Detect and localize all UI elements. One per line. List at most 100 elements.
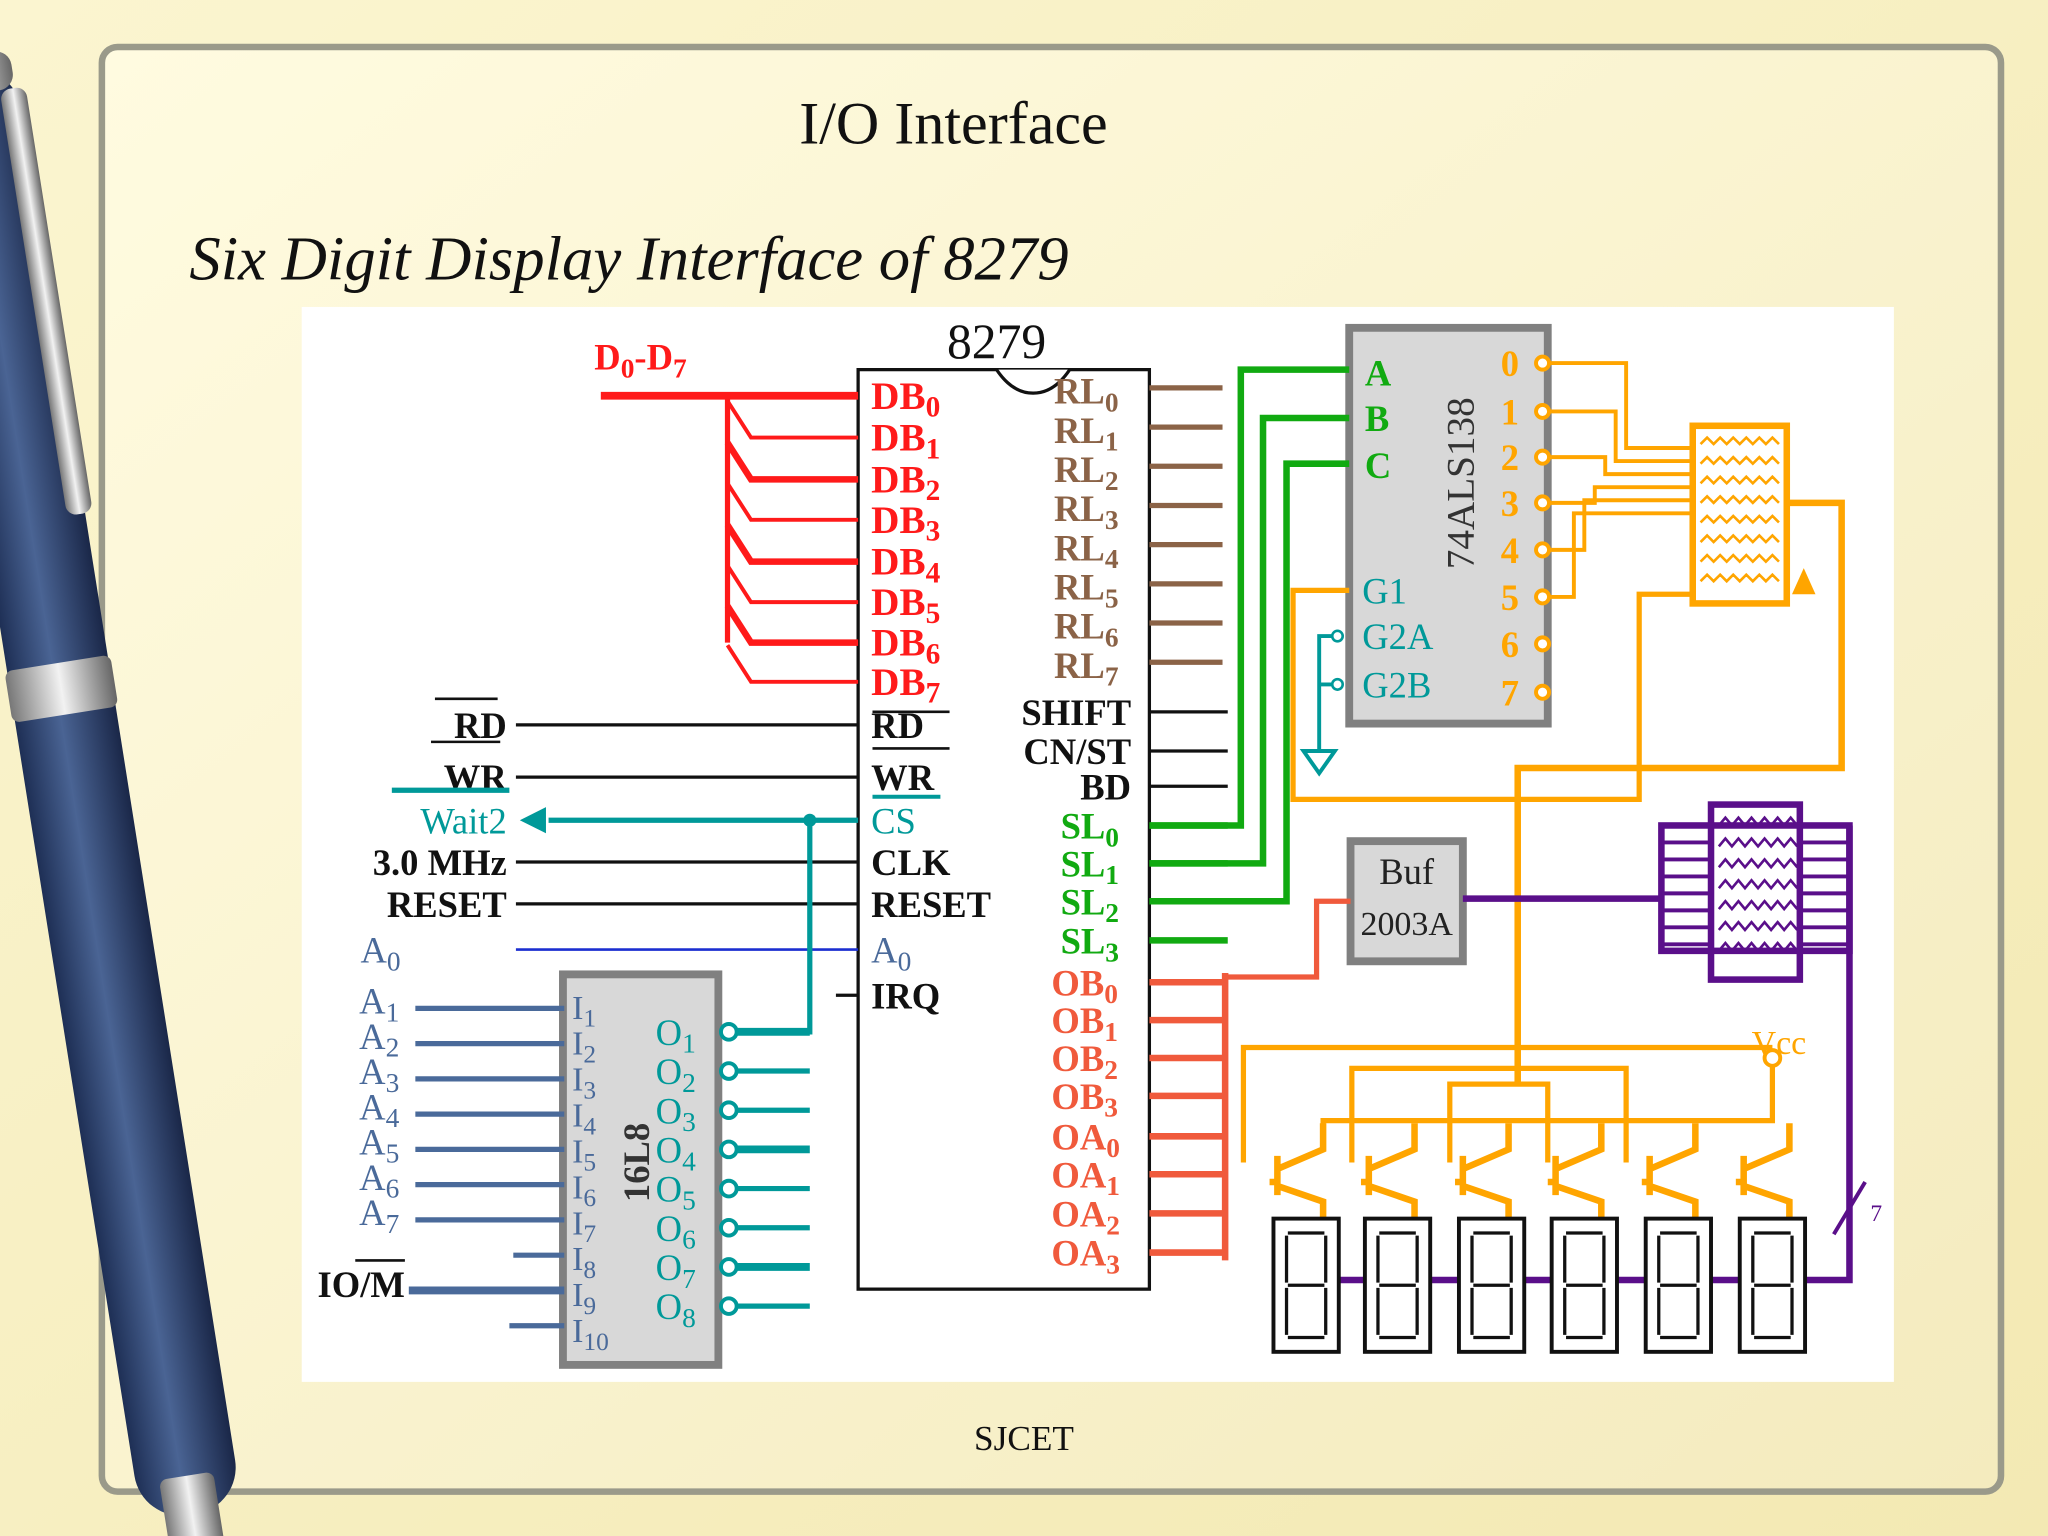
inverter-bubble-icon: [1534, 541, 1552, 559]
label-subscript: 1: [1105, 427, 1119, 457]
inverter-bubble-icon: [719, 1100, 739, 1120]
label-text: OA: [1051, 1193, 1106, 1234]
decoder-output-label: 1: [1501, 391, 1519, 432]
label-subscript: 2: [682, 1068, 696, 1098]
decoder-output-label: 7: [1501, 672, 1519, 713]
label-text: RL: [1054, 606, 1105, 647]
label-subscript: 0: [1105, 387, 1119, 417]
inverter-bubble-icon: [719, 1061, 739, 1081]
label-text: RESET: [387, 884, 507, 925]
buffer-label: Buf: [1379, 851, 1435, 892]
label-text: RD: [454, 705, 507, 746]
label-text: O: [656, 1169, 682, 1210]
label-text: SL: [1061, 806, 1106, 847]
decoder-label: 74ALS138: [1439, 397, 1482, 569]
label-text: I: [572, 1026, 583, 1063]
label-text: RL: [1054, 371, 1105, 412]
inverter-bubble-icon: [1330, 629, 1344, 643]
label-text: DB: [871, 541, 925, 584]
label-text: A: [360, 930, 387, 971]
label-text: DB: [871, 581, 925, 624]
label-subscript: 1: [1104, 1017, 1118, 1047]
label-text: I: [572, 1241, 583, 1278]
label-text: O: [656, 1247, 682, 1288]
label-text: CLK: [871, 842, 951, 883]
label-subscript: 3: [1104, 1093, 1118, 1123]
label-subscript: 2: [386, 1033, 400, 1063]
label-text: RESET: [871, 884, 991, 925]
label-subscript: 10: [583, 1327, 608, 1356]
label-text: OB: [1051, 1000, 1104, 1041]
inverter-bubble-icon: [1534, 588, 1552, 606]
label-subscript: 6: [926, 639, 941, 671]
inverter-bubble-icon: [1534, 494, 1552, 512]
pin-ctrl: BD: [1080, 766, 1131, 807]
label-text: IRQ: [871, 975, 940, 1016]
label-subscript: 3: [583, 1075, 596, 1104]
inverter-bubble-icon: [719, 1296, 739, 1316]
label-subscript: 2: [1106, 1210, 1120, 1240]
label-text: DB: [871, 661, 925, 704]
label-text: O: [656, 1012, 682, 1053]
label-text: OB: [1051, 1076, 1104, 1117]
label-subscript: 6: [386, 1174, 400, 1204]
label-subscript: 5: [926, 598, 941, 630]
label-subscript: 4: [926, 558, 941, 590]
label-subscript: 8: [682, 1303, 696, 1333]
label-subscript: 3: [926, 516, 941, 548]
inverter-bubble-icon: [719, 1217, 739, 1238]
label-subscript: 1: [926, 433, 941, 465]
label-subscript: 0: [1105, 822, 1119, 852]
label-subscript: 4: [583, 1111, 596, 1140]
label-subscript: 3: [1105, 937, 1119, 967]
label-text: I: [572, 990, 583, 1027]
label-subscript: 4: [386, 1103, 400, 1133]
label-text: I: [572, 1169, 583, 1206]
decoder-enable-label: G2B: [1362, 664, 1431, 705]
inverter-bubble-icon: [719, 1022, 739, 1042]
decoder-input-label: C: [1365, 445, 1391, 486]
label-subscript: 8: [583, 1255, 596, 1284]
label-subscript: 7: [673, 353, 687, 383]
label-subscript: 2: [583, 1040, 596, 1069]
label-text: OB: [1051, 962, 1104, 1003]
label-text: O: [656, 1129, 682, 1170]
label-subscript: 5: [583, 1147, 596, 1176]
label-text: A: [359, 1192, 386, 1233]
label-text: -D: [634, 337, 673, 378]
label-subscript: 3: [386, 1068, 400, 1098]
label-subscript: 2: [1105, 898, 1119, 928]
slide-subtitle: Six Digit Display Interface of 8279: [189, 224, 1068, 294]
label-subscript: 2: [1105, 466, 1119, 496]
iom-label: IO/M: [318, 1264, 405, 1305]
label-text: DB: [871, 499, 925, 542]
inverter-bubble-icon: [719, 1178, 739, 1199]
decoder-enable-label: G1: [1362, 570, 1407, 611]
label-subscript: 2: [926, 475, 941, 507]
label-subscript: 1: [583, 1004, 596, 1033]
label-text: I: [572, 1062, 583, 1099]
label-subscript: 0: [387, 946, 401, 976]
pin-left3: CLK: [871, 842, 951, 883]
label-subscript: 0: [926, 392, 941, 424]
pal-16l8-label: 16L8: [616, 1123, 657, 1202]
label-subscript: 3: [1106, 1249, 1120, 1279]
label-text: OA: [1051, 1116, 1106, 1157]
vcc-label: Vcc: [1752, 1025, 1807, 1062]
label-text: I: [572, 1313, 583, 1350]
label-text: DB: [871, 417, 925, 460]
label-text: DB: [871, 375, 925, 418]
label-subscript: 6: [1105, 623, 1119, 653]
decoder-output-label: 5: [1501, 577, 1519, 618]
label-subscript: 5: [386, 1138, 400, 1168]
inverter-bubble-icon: [1534, 448, 1552, 466]
label-text: CS: [871, 800, 916, 841]
label-text: 3.0 MHz: [373, 842, 507, 883]
inverter-bubble-icon: [1534, 635, 1552, 653]
label-subscript: 3: [682, 1107, 696, 1137]
label-subscript: 7: [926, 678, 941, 710]
label-subscript: 5: [682, 1185, 696, 1215]
decoder-enable-label: G2A: [1362, 616, 1434, 657]
pin-left1: WR: [871, 757, 935, 798]
decoder-input-label: A: [1365, 352, 1392, 393]
